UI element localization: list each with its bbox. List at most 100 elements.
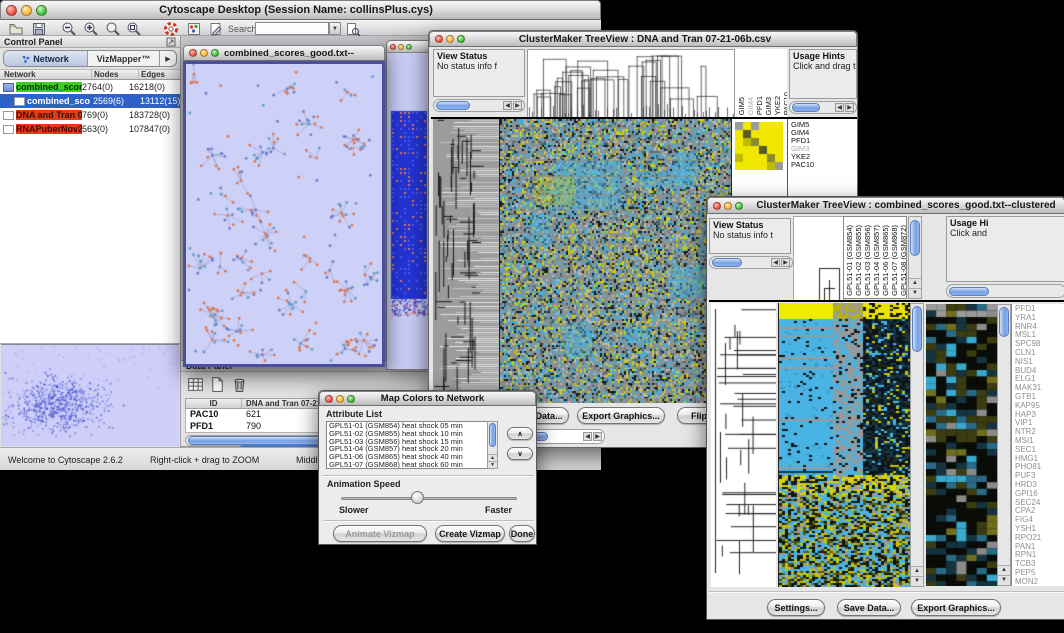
network-list-row[interactable]: DNA and Tran 07 769(0) 183728(0): [0, 108, 180, 122]
network-list-row[interactable]: RNAPuberNov2+ 563(0) 107847(0): [0, 122, 180, 136]
scroll-arrows[interactable]: ▲▼: [909, 278, 921, 298]
minimize-button[interactable]: [336, 395, 344, 403]
treeview1-export-graphics-button[interactable]: Export Graphics...: [577, 407, 665, 424]
treeview2-detail-heatmap[interactable]: [926, 304, 997, 586]
column-label[interactable]: GPL51-07 (GSM868): [890, 225, 899, 296]
close-button[interactable]: [6, 5, 17, 16]
scroll-thumb[interactable]: [712, 258, 742, 267]
scroll-arrows[interactable]: ▲▼: [488, 454, 497, 468]
attribute-list-vscrollbar[interactable]: ▲▼: [487, 421, 498, 469]
treeview2-export-graphics-button[interactable]: Export Graphics...: [911, 599, 1001, 616]
animation-speed-slider-thumb[interactable]: [411, 491, 424, 504]
scroll-arrows[interactable]: ◀▶: [503, 101, 524, 110]
treeview1-usage-hscrollbar[interactable]: ◀▶: [789, 101, 857, 114]
move-up-button[interactable]: ∧: [507, 427, 533, 440]
scroll-thumb[interactable]: [949, 287, 989, 296]
network-overview-canvas[interactable]: [1, 344, 179, 446]
treeview2-titlebar[interactable]: ClusterMaker TreeView : combined_scores_…: [707, 197, 1064, 214]
network-window-titlebar[interactable]: combined_scores_good.txt--cluste...: [183, 45, 385, 61]
search-dropdown-button[interactable]: ▼: [329, 22, 341, 35]
tabs-overflow-button[interactable]: ▶: [160, 51, 176, 66]
done-button[interactable]: Done: [509, 525, 535, 542]
help-lifering-icon[interactable]: [163, 21, 179, 37]
treeview1-row-dendrogram[interactable]: [433, 119, 499, 403]
minimize-button[interactable]: [446, 35, 454, 43]
network-list-row[interactable]: combined_scores 2764(0) 16218(0): [0, 80, 180, 94]
treeview2-gene-list[interactable]: PFD1YRA1RNR4MSL1SPC98CLN1NIS1BUD4ELG1MAK…: [1011, 304, 1064, 586]
treeview2-row-dendrogram[interactable]: [711, 303, 776, 587]
tab-network[interactable]: Network: [4, 51, 88, 66]
treeview1-status-hscrollbar[interactable]: ◀▶: [433, 99, 525, 112]
network-canvas-back[interactable]: [387, 53, 431, 369]
gene-label[interactable]: PAC10: [791, 161, 857, 169]
column-label[interactable]: GPL51-06 (GSM865): [881, 225, 890, 296]
animation-speed-slider-track[interactable]: [341, 497, 517, 500]
minimize-button[interactable]: [21, 5, 32, 16]
scroll-thumb[interactable]: [489, 423, 496, 447]
column-label[interactable]: GPL51-08 (GSM872): [899, 225, 907, 296]
minimize-button[interactable]: [724, 202, 732, 210]
attribute-listbox[interactable]: GPL51-01 (GSM854) heat shock 05 minGPL51…: [326, 421, 498, 469]
scroll-thumb[interactable]: [792, 103, 820, 112]
zoom-button[interactable]: [457, 35, 465, 43]
gene-label[interactable]: MON2: [1015, 578, 1064, 586]
close-button[interactable]: [325, 395, 333, 403]
zoom-button[interactable]: [347, 395, 355, 403]
treeview1-heatmap[interactable]: [499, 119, 732, 403]
treeview1-titlebar[interactable]: ClusterMaker TreeView : DNA and Tran 07-…: [429, 31, 857, 47]
treeview2-status-hscrollbar[interactable]: ◀▶: [709, 256, 793, 269]
scroll-thumb[interactable]: [910, 220, 920, 256]
trash-icon[interactable]: [231, 376, 248, 393]
column-label[interactable]: GIM4: [746, 97, 755, 115]
column-label[interactable]: GPL51-04 (GSM857): [872, 225, 881, 296]
new-document-icon[interactable]: [209, 376, 226, 393]
animate-vizmap-button[interactable]: Animate Vizmap: [333, 525, 427, 542]
back-window-titlebar[interactable]: [387, 41, 431, 53]
open-file-icon[interactable]: [8, 21, 24, 37]
column-label[interactable]: PFD1: [755, 96, 764, 115]
close-button[interactable]: [435, 35, 443, 43]
scroll-thumb[interactable]: [999, 307, 1009, 337]
treeview2-column-dendrogram[interactable]: [793, 216, 844, 301]
close-button[interactable]: [390, 44, 396, 50]
dialog-titlebar[interactable]: Map Colors to Network: [319, 391, 536, 406]
zoom-button[interactable]: [735, 202, 743, 210]
column-label[interactable]: GPL51-02 (GSM855): [854, 225, 863, 296]
attribute-browser-icon[interactable]: [345, 21, 361, 37]
treeview2-heatmap-vscrollbar[interactable]: ▲▼: [910, 303, 924, 587]
treeview2-save-data-button[interactable]: Save Data...: [837, 599, 901, 616]
treeview2-settings-button[interactable]: Settings...: [767, 599, 825, 616]
treeview1-column-dendrogram[interactable]: [527, 49, 735, 119]
close-button[interactable]: [713, 202, 721, 210]
treeview2-heatmap[interactable]: [778, 303, 910, 587]
column-label[interactable]: GPL51-03 (GSM856): [863, 225, 872, 296]
scroll-thumb[interactable]: [912, 306, 922, 352]
zoom-button[interactable]: [36, 5, 47, 16]
column-label[interactable]: PAC10: [782, 92, 787, 115]
zoom-out-icon[interactable]: [61, 21, 77, 37]
table-grid-icon[interactable]: [187, 376, 204, 393]
zoom-selected-icon[interactable]: [126, 21, 142, 37]
zoom-button[interactable]: [211, 49, 219, 57]
network-table-header[interactable]: Network Nodes Edges: [0, 69, 180, 80]
scroll-thumb[interactable]: [436, 101, 470, 110]
network-list-row[interactable]: combined_sco 2569(6) 13112(15): [0, 94, 180, 108]
float-panel-icon[interactable]: [166, 37, 176, 47]
tab-vizmapper[interactable]: VizMapper™: [88, 51, 160, 66]
annotation-icon[interactable]: [208, 21, 224, 37]
vizmapper-icon[interactable]: [186, 21, 202, 37]
create-vizmap-button[interactable]: Create Vizmap: [435, 525, 505, 542]
close-button[interactable]: [189, 49, 197, 57]
column-label[interactable]: GPL51-01 (GSM854): [845, 225, 854, 296]
treeview2-detail-vscrollbar[interactable]: ▲▼: [997, 304, 1011, 586]
column-label[interactable]: GIM5: [737, 97, 746, 115]
scroll-arrows[interactable]: ▲▼: [998, 565, 1010, 585]
scroll-arrows[interactable]: ◀▶: [835, 103, 856, 112]
zoom-button[interactable]: [406, 44, 412, 50]
search-input[interactable]: [255, 22, 329, 35]
treeview1-detail-heatmap[interactable]: [735, 122, 783, 170]
scroll-arrows[interactable]: ▲▼: [911, 566, 923, 586]
column-label[interactable]: GIM3: [764, 97, 773, 115]
zoom-fit-icon[interactable]: [105, 21, 121, 37]
column-label[interactable]: YKE2: [773, 96, 782, 115]
